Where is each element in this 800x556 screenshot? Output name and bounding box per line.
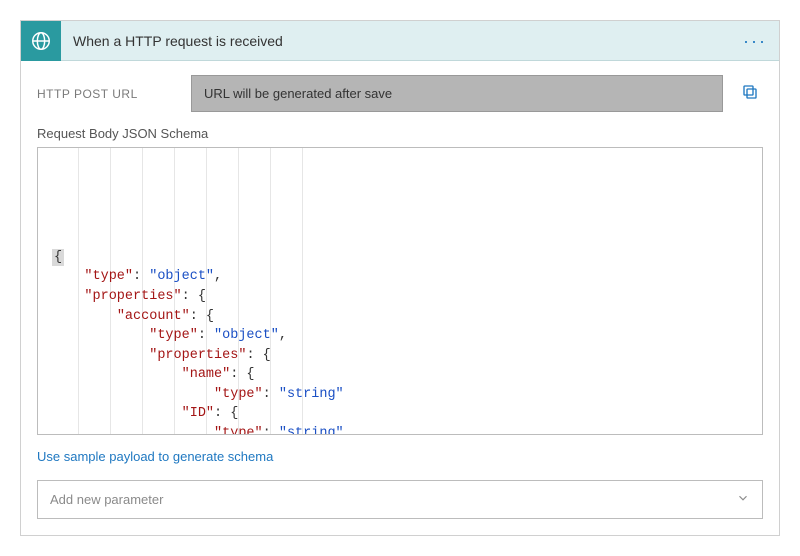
code-line: "ID": { [44, 404, 756, 424]
card-header: When a HTTP request is received ··· [21, 21, 779, 61]
sample-payload-link[interactable]: Use sample payload to generate schema [37, 449, 763, 464]
code-line: { [44, 248, 756, 268]
schema-editor[interactable]: { "type": "object", "properties": { "acc… [37, 147, 763, 435]
schema-label: Request Body JSON Schema [37, 126, 763, 141]
code-line: "name": { [44, 365, 756, 385]
card-menu-button[interactable]: ··· [743, 32, 779, 50]
card-body: HTTP POST URL URL will be generated afte… [21, 61, 779, 535]
globe-icon [21, 21, 61, 61]
code-line: "type": "object", [44, 326, 756, 346]
code-line: "type": "object", [44, 267, 756, 287]
url-field: URL will be generated after save [191, 75, 723, 112]
card-title: When a HTTP request is received [61, 33, 743, 49]
trigger-card: When a HTTP request is received ··· HTTP… [20, 20, 780, 536]
code-line: "type": "string" [44, 424, 756, 435]
code-line: "account": { [44, 307, 756, 327]
code-line: "type": "string" [44, 385, 756, 405]
copy-icon[interactable] [737, 79, 763, 108]
code-line: "properties": { [44, 346, 756, 366]
url-row: HTTP POST URL URL will be generated afte… [37, 75, 763, 112]
url-label: HTTP POST URL [37, 87, 177, 101]
code-line: "properties": { [44, 287, 756, 307]
